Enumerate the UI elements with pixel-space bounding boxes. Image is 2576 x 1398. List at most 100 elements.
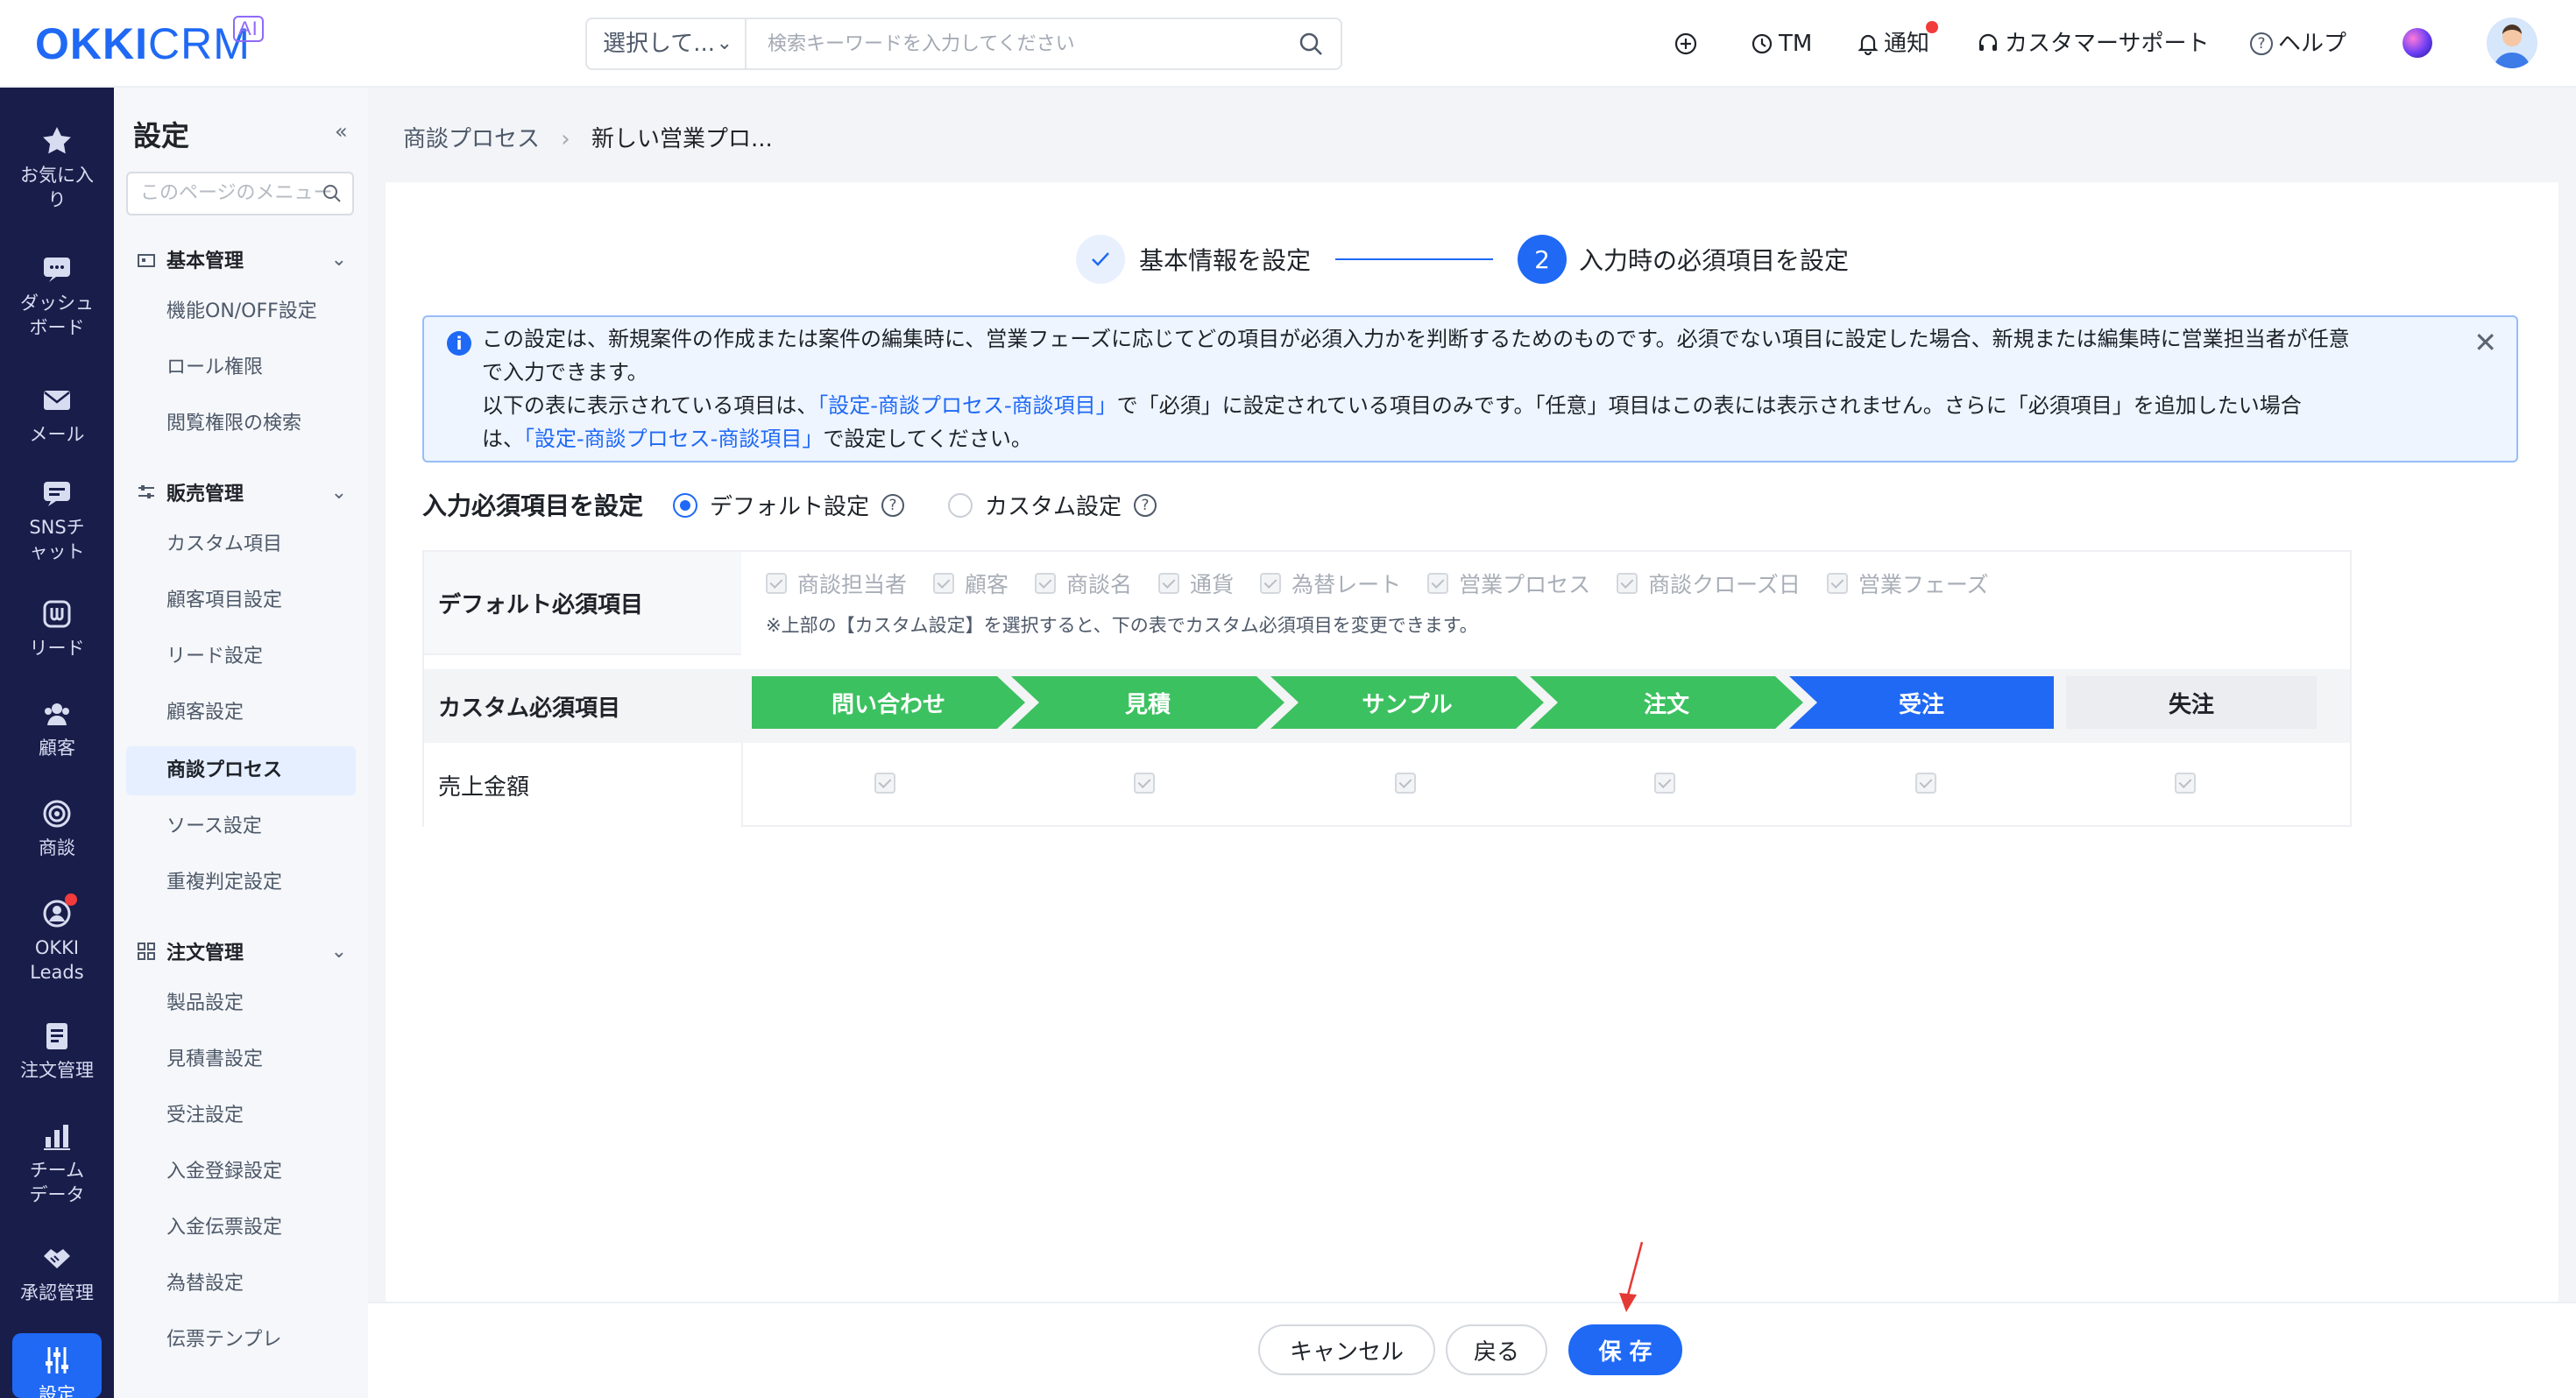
radio-custom-button[interactable] bbox=[948, 492, 973, 518]
notification-button[interactable]: 通知 bbox=[1858, 25, 1929, 63]
step-1-label: 基本情報を設定 bbox=[1139, 246, 1312, 275]
chevron-down-icon: ⌄ bbox=[330, 940, 347, 963]
checkbox-disabled bbox=[1158, 573, 1180, 594]
menu-item-payment-registration[interactable]: 入金登録設定 bbox=[166, 1147, 282, 1197]
rail-item-sns-chat[interactable]: SNSチャット bbox=[0, 477, 114, 564]
default-required-label: デフォルト必須項目 bbox=[424, 552, 741, 655]
rail-item-mail[interactable]: メール bbox=[0, 384, 114, 447]
rail-item-settings[interactable]: 設定 bbox=[12, 1333, 102, 1398]
cancel-button[interactable]: キャンセル bbox=[1258, 1324, 1435, 1375]
collapse-icon[interactable]: « bbox=[335, 119, 348, 144]
menu-item-payment-slip[interactable]: 入金伝票設定 bbox=[166, 1204, 282, 1253]
ai-badge: AI bbox=[233, 16, 264, 42]
menu-title: 設定 bbox=[133, 119, 190, 152]
back-button[interactable]: 戻る bbox=[1446, 1324, 1547, 1375]
sliders-icon bbox=[138, 485, 154, 498]
checkbox-disabled bbox=[1260, 573, 1282, 594]
menu-item-exchange[interactable]: 為替設定 bbox=[166, 1260, 244, 1309]
step-connector bbox=[1335, 258, 1494, 260]
menu-item-slip-template[interactable]: 伝票テンプレ bbox=[166, 1316, 281, 1365]
menu-section-order[interactable]: 注文管理 ⌄ bbox=[137, 937, 356, 965]
notification-dot bbox=[1926, 21, 1938, 33]
required-settings-title: 入力必須項目を設定 bbox=[422, 491, 644, 520]
search-type-select[interactable]: 選択して... ⌄ bbox=[587, 19, 747, 68]
logo[interactable]: OKKICRM AI bbox=[35, 16, 264, 68]
headset-icon bbox=[1978, 33, 1998, 51]
breadcrumb-parent[interactable]: 商談プロセス bbox=[403, 126, 540, 152]
ai-assistant-icon[interactable] bbox=[2403, 28, 2432, 58]
menu-search-input[interactable]: このページのメニュー bbox=[126, 172, 354, 215]
rail-item-approval[interactable]: 承認管理 bbox=[0, 1242, 114, 1305]
chart-icon bbox=[44, 1125, 70, 1150]
building-icon bbox=[138, 254, 155, 267]
default-field: 通貨 bbox=[1158, 568, 1234, 599]
menu-item-quote[interactable]: 見積書設定 bbox=[166, 1035, 263, 1084]
user-avatar-icon bbox=[2494, 25, 2530, 68]
menu-item-role-permission[interactable]: ロール権限 bbox=[166, 343, 263, 392]
add-button[interactable] bbox=[1674, 25, 1698, 63]
rail-item-favorites[interactable]: お気に入り bbox=[0, 124, 114, 212]
support-button[interactable]: カスタマーサポート bbox=[1977, 25, 2209, 63]
field-required-checkbox bbox=[1654, 773, 1675, 794]
menu-item-custom-fields[interactable]: カスタム項目 bbox=[166, 520, 282, 569]
menu-item-feature-toggle[interactable]: 機能ON/OFF設定 bbox=[166, 287, 317, 336]
menu-item-customer-settings[interactable]: 顧客設定 bbox=[166, 688, 244, 738]
default-field: 商談クローズ日 bbox=[1617, 568, 1801, 599]
rail-item-lead[interactable]: リード bbox=[0, 597, 114, 660]
radio-default[interactable]: デフォルト設定 ? bbox=[673, 489, 905, 521]
menu-section-basic[interactable]: 基本管理 ⌄ bbox=[137, 245, 356, 273]
notice-line-3: 以下の表に表示されている項目は、「設定-商談プロセス-商談項目」で「必須」に設定… bbox=[482, 393, 2302, 418]
chevron-down-icon: ⌄ bbox=[330, 481, 347, 504]
menu-item-duplicate-check[interactable]: 重複判定設定 bbox=[166, 858, 282, 907]
search-icon bbox=[323, 185, 341, 202]
settings-icon bbox=[46, 1347, 68, 1373]
rail-item-customer[interactable]: 顧客 bbox=[0, 697, 114, 760]
menu-item-order-settings[interactable]: 受注設定 bbox=[166, 1091, 244, 1140]
help-icon[interactable]: ? bbox=[1134, 493, 1157, 517]
phase-lost: 失注 bbox=[2066, 676, 2317, 729]
radio-custom[interactable]: カスタム設定 ? bbox=[948, 489, 1157, 521]
deal-fields-link-2[interactable]: 「設定-商談プロセス-商談項目」 bbox=[524, 427, 823, 451]
field-required-checkbox bbox=[2175, 773, 2196, 794]
menu-item-customer-fields[interactable]: 顧客項目設定 bbox=[166, 576, 282, 625]
chevron-down-icon: ⌄ bbox=[330, 248, 347, 271]
radio-default-button[interactable] bbox=[673, 492, 697, 518]
rail-item-order[interactable]: 注文管理 bbox=[0, 1020, 114, 1083]
rail-item-team-data[interactable]: チームデータ bbox=[0, 1119, 114, 1207]
menu-item-source-settings[interactable]: ソース設定 bbox=[166, 802, 262, 851]
default-field: 商談名 bbox=[1035, 568, 1132, 599]
target-icon bbox=[43, 800, 71, 828]
clock-icon bbox=[1752, 33, 1773, 54]
help-button[interactable]: ? ヘルプ bbox=[2250, 25, 2346, 63]
menu-item-view-permission[interactable]: 閲覧権限の検索 bbox=[166, 399, 301, 448]
dashboard-icon bbox=[44, 258, 70, 282]
checkbox-disabled bbox=[1035, 573, 1057, 594]
save-button[interactable]: 保 存 bbox=[1568, 1324, 1682, 1375]
field-required-checkbox bbox=[1134, 773, 1155, 794]
phase-sample: サンプル bbox=[1270, 676, 1544, 729]
help-icon[interactable]: ? bbox=[881, 493, 905, 517]
custom-required-label: カスタム必須項目 bbox=[438, 695, 621, 722]
rail-item-okki-leads[interactable]: OKKI Leads bbox=[0, 897, 114, 985]
breadcrumb: 商談プロセス › 新しい営業プロ... bbox=[403, 121, 773, 153]
leads-badge-dot bbox=[65, 893, 77, 906]
help-icon: ? bbox=[2250, 32, 2273, 55]
search-icon[interactable] bbox=[1297, 30, 1325, 58]
tm-button[interactable]: TM bbox=[1751, 25, 1812, 63]
rail-item-deal[interactable]: 商談 bbox=[0, 797, 114, 860]
chat-icon bbox=[44, 482, 70, 506]
deal-fields-link[interactable]: 「設定-商談プロセス-商談項目」 bbox=[817, 393, 1116, 418]
phase-inquiry: 問い合わせ bbox=[752, 676, 1025, 729]
search-input[interactable] bbox=[748, 19, 1274, 68]
notice-line-4: は、「設定-商談プロセス-商談項目」で設定してください。 bbox=[482, 427, 1032, 451]
handshake-icon bbox=[44, 1249, 70, 1268]
rail-item-dashboard[interactable]: ダッシュボード bbox=[0, 252, 114, 340]
bell-icon bbox=[1858, 34, 1879, 55]
menu-item-deal-process[interactable]: 商談プロセス bbox=[126, 746, 356, 795]
menu-section-sales[interactable]: 販売管理 ⌄ bbox=[137, 478, 356, 506]
menu-item-product[interactable]: 製品設定 bbox=[166, 979, 244, 1028]
step-2-number: 2 bbox=[1518, 235, 1568, 284]
menu-item-lead-settings[interactable]: リード設定 bbox=[166, 632, 263, 681]
close-icon[interactable]: ✕ bbox=[2473, 326, 2497, 359]
avatar[interactable] bbox=[2487, 18, 2537, 68]
